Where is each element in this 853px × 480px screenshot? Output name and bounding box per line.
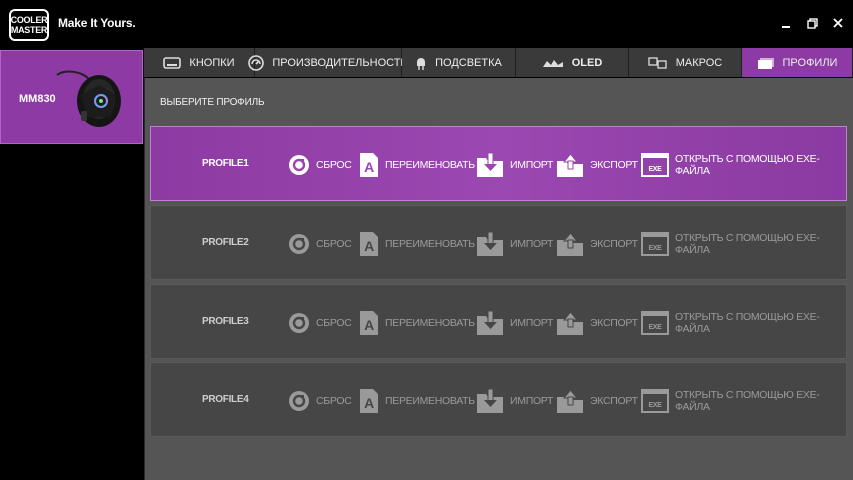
reset-button[interactable]: СБРОС	[288, 151, 352, 179]
open-exe-button[interactable]: EXE ОТКРЫТЬ С ПОМОЩЬЮ EXE-ФАЙЛА	[641, 309, 846, 337]
import-button[interactable]: ИМПОРТ	[476, 230, 553, 258]
mouse-image	[56, 70, 121, 127]
import-icon	[476, 231, 504, 257]
open-exe-button[interactable]: EXE ОТКРЫТЬ С ПОМОЩЬЮ EXE-ФАЙЛА	[641, 387, 846, 415]
open-exe-button[interactable]: EXE ОТКРЫТЬ С ПОМОЩЬЮ EXE-ФАЙЛА	[641, 230, 846, 258]
profile-row-1[interactable]: PROFILE1 СБРОС A ПЕРЕИМЕНОВАТЬ ИМПОРТ ЭК…	[150, 126, 847, 201]
rename-icon: A	[359, 152, 379, 178]
profile-row-2[interactable]: PROFILE2 СБРОС A ПЕРЕИМЕНОВАТЬ ИМПОРТ ЭК…	[150, 205, 847, 280]
exe-file-icon: EXE	[641, 389, 669, 413]
rename-button[interactable]: A ПЕРЕИМЕНОВАТЬ	[359, 387, 475, 415]
tab-macro[interactable]: МАКРОС	[629, 48, 742, 77]
tab-bar: КНОПКИ ПРОИЗВОДИТЕЛЬНОСТЬ ПОДСВЕТКА OLED…	[144, 48, 853, 78]
import-icon	[476, 310, 504, 336]
svg-text:EXE: EXE	[648, 245, 662, 252]
profile-name: PROFILE1	[202, 158, 249, 169]
rename-button[interactable]: A ПЕРЕИМЕНОВАТЬ	[359, 151, 475, 179]
exe-file-icon: EXE	[641, 311, 669, 335]
reset-icon	[288, 390, 310, 412]
rename-button[interactable]: A ПЕРЕИМЕНОВАТЬ	[359, 309, 475, 337]
export-icon	[556, 152, 584, 178]
tagline: Make It Yours.	[58, 16, 136, 30]
svg-text:EXE: EXE	[648, 324, 662, 331]
reset-button[interactable]: СБРОС	[288, 309, 352, 337]
close-icon[interactable]	[831, 16, 845, 30]
reset-button[interactable]: СБРОС	[288, 230, 352, 258]
tab-profiles[interactable]: ПРОФИЛИ	[742, 48, 853, 77]
reset-icon	[288, 312, 310, 334]
svg-text:A: A	[364, 395, 374, 411]
tab-performance[interactable]: ПРОИЗВОДИТЕЛЬНОСТЬ	[248, 48, 408, 77]
import-button[interactable]: ИМПОРТ	[476, 151, 553, 179]
restore-icon[interactable]	[805, 16, 819, 30]
svg-text:EXE: EXE	[648, 166, 662, 173]
svg-text:A: A	[364, 159, 374, 175]
tab-lighting[interactable]: ПОДСВЕТКА	[402, 48, 516, 77]
rename-icon: A	[359, 388, 379, 414]
profile-name: PROFILE4	[202, 394, 249, 405]
export-button[interactable]: ЭКСПОРТ	[556, 151, 638, 179]
open-exe-button[interactable]: EXE ОТКРЫТЬ С ПОМОЩЬЮ EXE-ФАЙЛА	[641, 151, 846, 179]
device-card-mm830[interactable]: MM830	[0, 50, 143, 144]
cooler-master-logo: COOLER MASTER	[9, 9, 49, 41]
svg-text:EXE: EXE	[648, 402, 662, 409]
tab-oled[interactable]: OLED	[516, 48, 629, 77]
import-icon	[476, 388, 504, 414]
export-button[interactable]: ЭКСПОРТ	[556, 309, 638, 337]
reset-icon	[288, 154, 310, 176]
tab-buttons[interactable]: КНОПКИ	[144, 48, 255, 77]
exe-file-icon: EXE	[641, 153, 669, 177]
export-icon	[556, 310, 584, 336]
title-bar: COOLER MASTER Make It Yours.	[0, 0, 853, 48]
rename-icon: A	[359, 310, 379, 336]
minimize-icon[interactable]	[779, 16, 793, 30]
svg-text:A: A	[364, 238, 374, 254]
import-button[interactable]: ИМПОРТ	[476, 387, 553, 415]
import-icon	[476, 152, 504, 178]
window-controls	[779, 16, 845, 30]
profile-row-4[interactable]: PROFILE4 СБРОС A ПЕРЕИМЕНОВАТЬ ИМПОРТ ЭК…	[150, 362, 847, 437]
keyboard-icon	[163, 56, 182, 69]
page-title: ВЫБЕРИТЕ ПРОФИЛЬ	[160, 97, 265, 108]
macro-keys-icon	[648, 56, 668, 69]
import-button[interactable]: ИМПОРТ	[476, 309, 553, 337]
profile-folder-icon	[757, 57, 775, 69]
device-sidebar: MM830	[0, 48, 144, 480]
export-button[interactable]: ЭКСПОРТ	[556, 230, 638, 258]
export-button[interactable]: ЭКСПОРТ	[556, 387, 638, 415]
oled-screen-icon	[542, 58, 564, 68]
reset-icon	[288, 233, 310, 255]
rename-button[interactable]: A ПЕРЕИМЕНОВАТЬ	[359, 230, 475, 258]
profile-row-3[interactable]: PROFILE3 СБРОС A ПЕРЕИМЕНОВАТЬ ИМПОРТ ЭК…	[150, 284, 847, 359]
profile-name: PROFILE3	[202, 316, 249, 327]
rename-icon: A	[359, 231, 379, 257]
exe-file-icon: EXE	[641, 232, 669, 256]
export-icon	[556, 388, 584, 414]
profile-name: PROFILE2	[202, 237, 249, 248]
gauge-icon	[248, 54, 265, 71]
led-icon	[415, 55, 427, 71]
export-icon	[556, 231, 584, 257]
reset-button[interactable]: СБРОС	[288, 387, 352, 415]
svg-text:A: A	[364, 317, 374, 333]
